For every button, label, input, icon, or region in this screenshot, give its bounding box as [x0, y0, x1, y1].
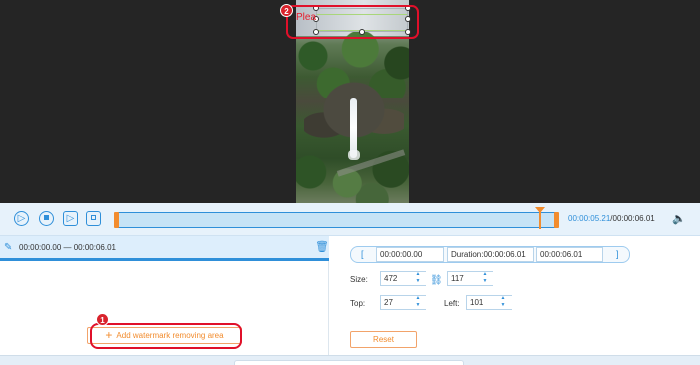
trash-icon[interactable]: 🗑	[315, 240, 329, 253]
top-stepper[interactable]: ▲ ▼	[413, 295, 423, 310]
bottom-tab[interactable]	[234, 360, 464, 365]
add-button-highlight-outline	[90, 323, 242, 349]
watermark-highlight-outline	[286, 5, 419, 39]
timeline-end-handle[interactable]	[554, 212, 559, 228]
timecode: 00:00:05.21/00:00:06.01	[568, 214, 655, 223]
range-bracket-left[interactable]: [	[361, 249, 364, 259]
total-time: /00:00:06.01	[610, 214, 655, 223]
timeline-track[interactable]	[114, 212, 559, 228]
reset-button[interactable]: Reset	[350, 331, 417, 348]
timeline-start-handle[interactable]	[114, 212, 119, 228]
volume-icon[interactable]: 🔈	[672, 212, 686, 225]
play-icon[interactable]: ▷	[14, 211, 29, 226]
step-2-badge: 2	[280, 4, 293, 17]
height-stepper[interactable]: ▲ ▼	[480, 271, 490, 286]
area-time-range: 00:00:00.00 — 00:00:06.01	[19, 243, 116, 252]
fullscreen-icon[interactable]	[86, 211, 101, 226]
width-stepper[interactable]: ▲ ▼	[413, 271, 423, 286]
bottom-toolbar	[0, 355, 700, 365]
next-frame-icon[interactable]: ▷	[63, 211, 78, 226]
top-label: Top:	[350, 299, 366, 308]
range-bracket-right[interactable]: ]	[616, 249, 619, 259]
current-time: 00:00:05.21	[568, 214, 611, 223]
step-1-badge: 1	[96, 313, 109, 326]
end-time-field[interactable]: 00:00:06.01	[536, 247, 603, 262]
stop-icon[interactable]	[39, 211, 54, 226]
playhead-marker[interactable]	[535, 207, 545, 213]
link-icon[interactable]: ⛓	[430, 275, 443, 286]
left-stepper[interactable]: ▲ ▼	[498, 295, 508, 310]
size-label: Size:	[350, 275, 368, 284]
left-label: Left:	[444, 299, 460, 308]
duration-field[interactable]: Duration:00:00:06.01	[447, 247, 534, 262]
list-item[interactable]: ✎ 00:00:00.00 — 00:00:06.01 🗑	[0, 236, 329, 261]
start-time-field[interactable]: 00:00:00.00	[376, 247, 444, 262]
pen-icon: ✎	[4, 242, 13, 253]
